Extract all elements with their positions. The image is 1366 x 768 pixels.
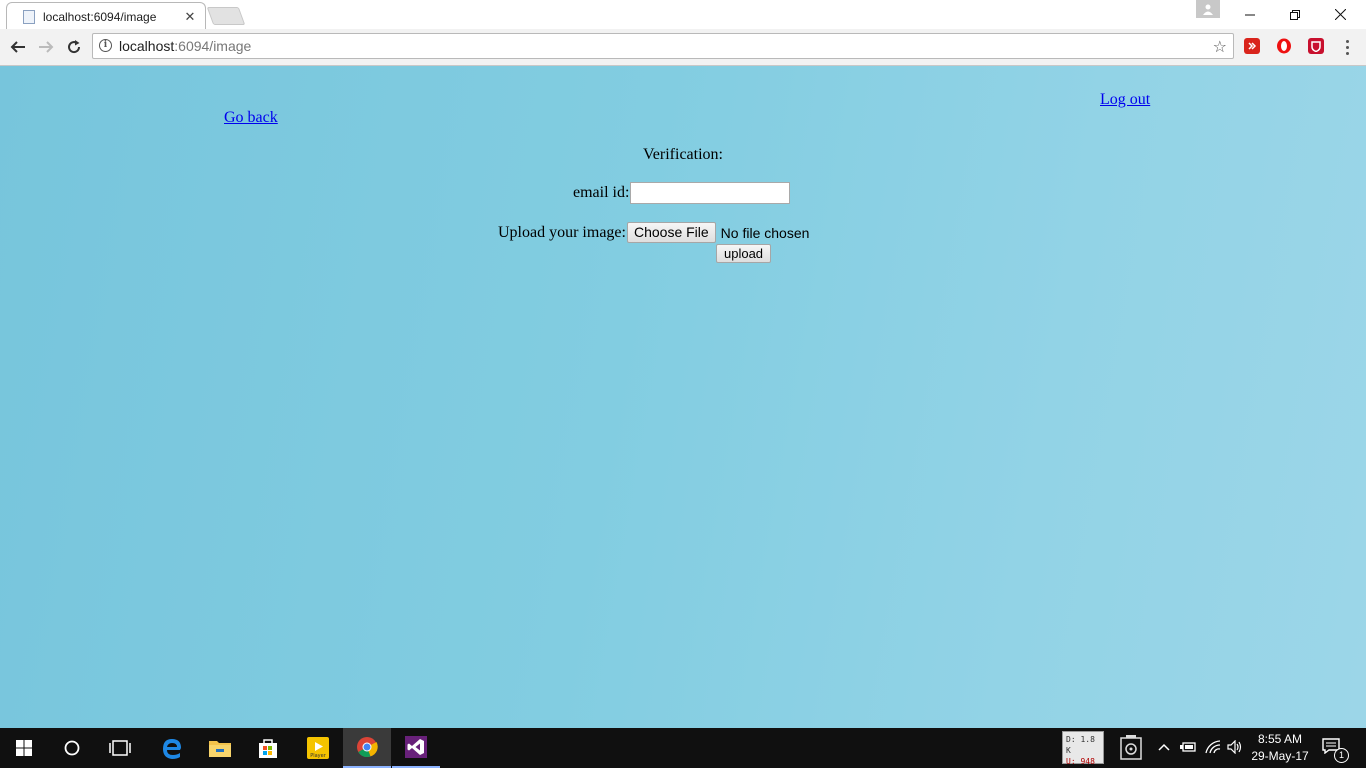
extension-red-icon[interactable] — [1244, 38, 1260, 54]
browser-menu-icon[interactable] — [1343, 38, 1351, 56]
info-icon[interactable]: i — [99, 39, 112, 52]
clock-date: 29-May-17 — [1251, 749, 1309, 763]
back-button[interactable] — [6, 35, 30, 59]
folder-icon — [209, 741, 231, 757]
address-bar[interactable]: i localhost:6094/image ☆ — [92, 33, 1234, 59]
shield-icon[interactable] — [1308, 38, 1324, 54]
page-favicon-icon — [23, 10, 35, 24]
restore-button[interactable] — [1272, 0, 1317, 29]
upload-button[interactable]: upload — [716, 244, 772, 263]
show-hidden-icons-chevron-up-icon[interactable] — [1155, 738, 1173, 756]
player-icon: Player — [307, 737, 329, 759]
person-icon — [1203, 4, 1213, 15]
battery-icon[interactable] — [1179, 738, 1197, 756]
choose-file-button[interactable]: Choose File — [626, 222, 716, 243]
reload-button[interactable] — [62, 35, 86, 59]
email-input[interactable] — [630, 182, 791, 204]
edge-app[interactable] — [148, 728, 196, 768]
restore-icon — [1289, 9, 1300, 20]
tab-close-icon[interactable]: ✕ — [183, 9, 197, 25]
chrome-icon — [357, 737, 378, 758]
browser-tab-strip: localhost:6094/image ✕ — [0, 0, 1366, 30]
action-center-button[interactable]: 1 — [1322, 738, 1349, 763]
recorder-tray-icon[interactable] — [1120, 734, 1142, 760]
new-tab-button[interactable] — [206, 7, 246, 25]
upload-label: Upload your image: — [498, 223, 626, 241]
volume-icon[interactable] — [1226, 738, 1244, 756]
tab-title: localhost:6094/image — [43, 10, 157, 24]
opera-icon[interactable] — [1276, 38, 1292, 54]
task-view-button[interactable] — [96, 728, 144, 768]
net-meter-widget[interactable]: D: 1.8 K U: 948 — [1062, 731, 1104, 766]
cortana-circle-icon — [64, 740, 80, 756]
minimize-icon — [1244, 14, 1255, 15]
browser-toolbar: i localhost:6094/image ☆ — [0, 29, 1366, 66]
file-status-text: No file chosen — [720, 224, 810, 241]
file-explorer-app[interactable] — [196, 728, 244, 768]
go-back-link[interactable]: Go back — [224, 109, 278, 127]
task-view-icon — [109, 740, 131, 756]
search-button[interactable] — [48, 728, 96, 768]
store-app[interactable] — [244, 728, 292, 768]
browser-tab[interactable]: localhost:6094/image ✕ — [6, 2, 206, 29]
windows-logo-icon — [16, 740, 32, 756]
arrow-right-icon — [39, 41, 54, 53]
upload-row: Upload your image: Choose File No file c… — [498, 222, 809, 243]
reload-icon — [68, 40, 81, 54]
net-meter-download: D: 1.8 K — [1066, 735, 1095, 755]
log-out-link[interactable]: Log out — [1100, 91, 1150, 109]
start-button[interactable] — [0, 728, 48, 768]
close-icon — [1335, 9, 1346, 20]
email-row: email id: — [573, 182, 791, 204]
chrome-app[interactable] — [343, 728, 391, 768]
visual-studio-app[interactable] — [392, 728, 440, 768]
bookmark-star-icon[interactable]: ☆ — [1213, 37, 1227, 57]
net-meter-upload: U: 948 — [1066, 757, 1095, 766]
notification-count-badge: 1 — [1334, 748, 1349, 763]
forward-button[interactable] — [34, 35, 58, 59]
verification-heading: Verification: — [643, 146, 723, 163]
svg-text:Player: Player — [310, 753, 327, 759]
page-viewport: Go back Log out Verification: email id: … — [0, 66, 1366, 728]
arrow-left-icon — [10, 41, 25, 53]
clock-time: 8:55 AM — [1257, 732, 1303, 746]
visual-studio-icon — [405, 736, 427, 758]
store-bag-icon — [259, 739, 277, 758]
minimize-button[interactable] — [1227, 0, 1272, 29]
wifi-icon[interactable] — [1204, 738, 1222, 756]
profile-button[interactable] — [1196, 0, 1220, 18]
taskbar-clock[interactable]: 8:55 AM 29-May-17 — [1246, 731, 1314, 765]
edge-icon — [163, 739, 181, 759]
url-text[interactable]: localhost:6094/image — [119, 38, 251, 54]
email-label: email id: — [573, 184, 630, 201]
close-window-button[interactable] — [1318, 0, 1363, 29]
player-app[interactable]: Player — [294, 728, 342, 768]
